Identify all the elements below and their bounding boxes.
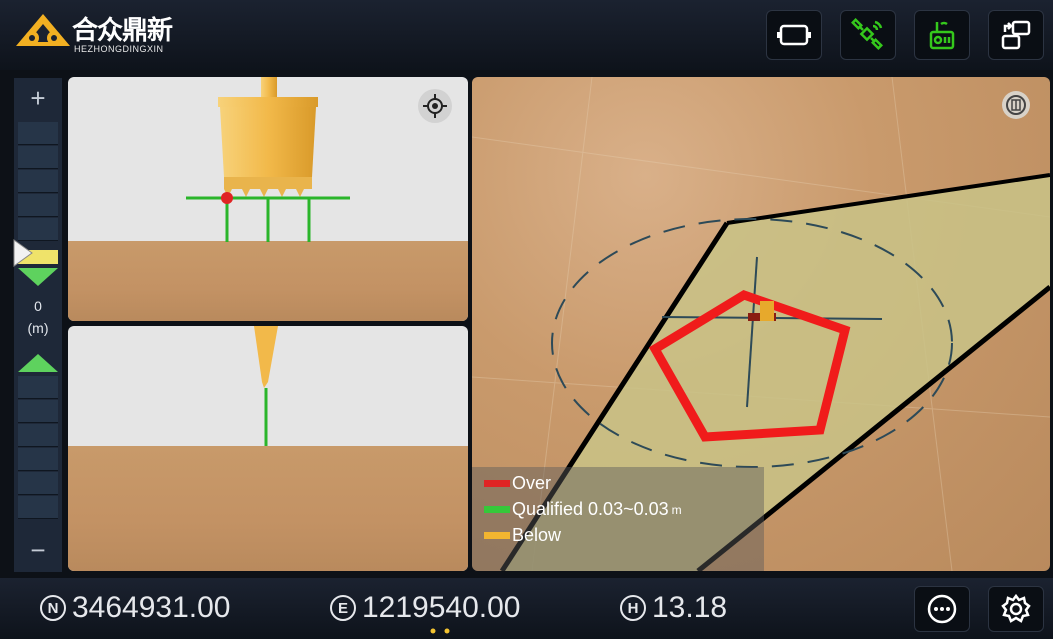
radio-icon: [929, 21, 955, 50]
legend-below-label: Below: [512, 525, 562, 545]
height-icon: H: [620, 595, 646, 621]
compass-button[interactable]: [1002, 91, 1030, 119]
zoom-in-button[interactable]: +: [14, 78, 62, 118]
compass-icon: [1006, 95, 1026, 115]
below-swatch: [484, 532, 510, 539]
side-view-panel: [68, 326, 468, 571]
easting-value: 1219540.00: [362, 591, 521, 624]
more-icon: [927, 594, 957, 624]
top-bar: 合众鼎新 HEZHONGDINGXIN: [0, 0, 1053, 70]
switch-view-icon: [1001, 20, 1031, 50]
scale-unit: (m): [27, 320, 49, 336]
front-view-panel: [68, 77, 468, 321]
scale-value: 0: [34, 298, 42, 314]
level-pointer-icon: [13, 239, 33, 267]
map-view[interactable]: Over Qualified 0.03~0.03 m Below: [472, 77, 1050, 571]
locate-button[interactable]: [418, 89, 452, 123]
settings-icon: [1001, 593, 1031, 623]
brand-mark-icon: [16, 14, 70, 46]
legend-qualified-label: Qualified 0.03~0.03: [512, 499, 669, 519]
bucket-front-icon: [186, 77, 350, 242]
brand-name: 合众鼎新: [72, 15, 173, 45]
northing-value: 3464931.00: [72, 591, 231, 624]
legend-qualified: Qualified 0.03~0.03 m: [484, 499, 682, 520]
brand-name-en: HEZHONGDINGXIN: [74, 44, 164, 54]
switch-view-button[interactable]: [988, 10, 1044, 60]
elevation-scale: + 0 (m) −: [13, 78, 62, 572]
screen-fit-button[interactable]: [766, 10, 822, 60]
height-readout: H 13.18: [620, 590, 727, 626]
bucket-side-icon: [254, 326, 278, 446]
north-icon: N: [40, 595, 66, 621]
more-button[interactable]: [914, 586, 970, 632]
page-indicator: [430, 628, 450, 634]
screen-fit-icon: [777, 24, 811, 46]
zoom-out-button[interactable]: −: [14, 530, 62, 570]
qualified-swatch: [484, 506, 510, 513]
legend-over: Over: [484, 473, 551, 494]
brand-logo: 合众鼎新 HEZHONGDINGXIN: [14, 8, 214, 60]
over-swatch: [484, 480, 510, 487]
crosshair-icon: [423, 94, 447, 118]
radio-button[interactable]: [914, 10, 970, 60]
arrow-up-icon: [18, 354, 58, 372]
height-value: 13.18: [652, 591, 728, 624]
satellite-button[interactable]: [840, 10, 896, 60]
satellite-icon: [851, 18, 884, 51]
northing-readout: N 3464931.00: [40, 590, 231, 626]
settings-button[interactable]: [988, 586, 1044, 632]
east-icon: E: [330, 595, 356, 621]
arrow-down-icon: [18, 268, 58, 286]
legend-over-label: Over: [512, 473, 552, 493]
map-legend: Over Qualified 0.03~0.03 m Below: [472, 467, 764, 571]
easting-readout: E 1219540.00: [330, 590, 521, 626]
legend-below: Below: [484, 525, 561, 546]
bottom-bar: N 3464931.00 E 1219540.00 H 13.18: [0, 578, 1053, 639]
legend-qualified-unit: m: [671, 502, 682, 517]
